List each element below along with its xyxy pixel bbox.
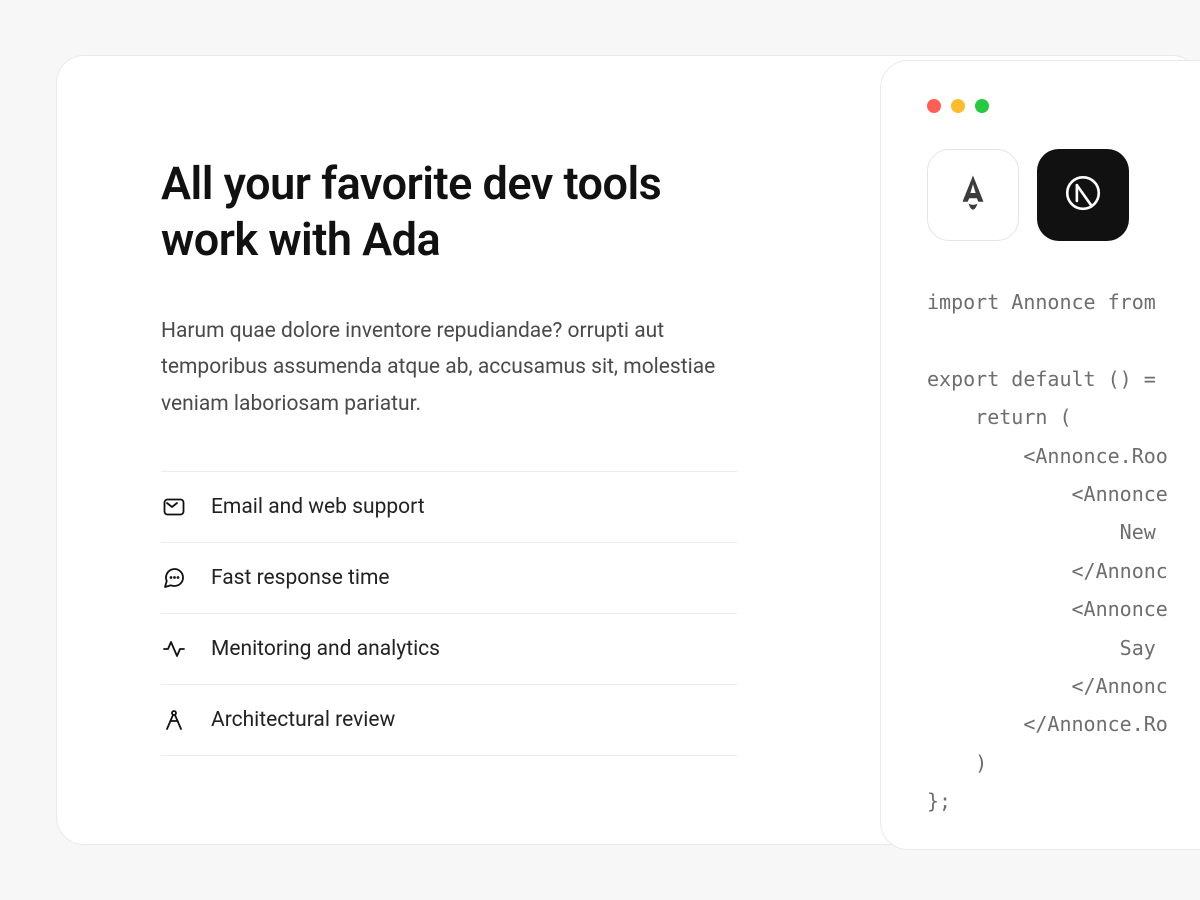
- astro-logo-icon: [952, 172, 994, 218]
- feature-item-email: Email and web support: [161, 472, 737, 543]
- framework-tile-astro[interactable]: [927, 149, 1019, 241]
- feature-label: Fast response time: [211, 566, 390, 590]
- feature-label: Email and web support: [211, 495, 425, 519]
- feature-item-monitoring: Menitoring and analytics: [161, 614, 737, 685]
- window-traffic-lights: [927, 99, 1200, 113]
- feature-label: Menitoring and analytics: [211, 637, 440, 661]
- message-icon: [161, 565, 187, 591]
- mail-icon: [161, 494, 187, 520]
- subtext: Harum quae dolore inventore repudiandae?…: [161, 313, 751, 423]
- feature-label: Architectural review: [211, 708, 395, 732]
- framework-tile-row: [927, 149, 1200, 241]
- feature-item-response: Fast response time: [161, 543, 737, 614]
- code-snippet: import Annonce from export default () = …: [927, 283, 1200, 820]
- traffic-light-close-icon[interactable]: [927, 99, 941, 113]
- framework-tile-nextjs[interactable]: [1037, 149, 1129, 241]
- traffic-light-minimize-icon[interactable]: [951, 99, 965, 113]
- compass-drafting-icon: [161, 707, 187, 733]
- nextjs-logo-icon: [1062, 172, 1104, 218]
- activity-icon: [161, 636, 187, 662]
- code-window: import Annonce from export default () = …: [880, 60, 1200, 850]
- feature-item-architectural: Architectural review: [161, 685, 737, 756]
- feature-list: Email and web support Fast response time…: [161, 471, 737, 756]
- traffic-light-zoom-icon[interactable]: [975, 99, 989, 113]
- headline: All your favorite dev tools work with Ad…: [161, 156, 761, 269]
